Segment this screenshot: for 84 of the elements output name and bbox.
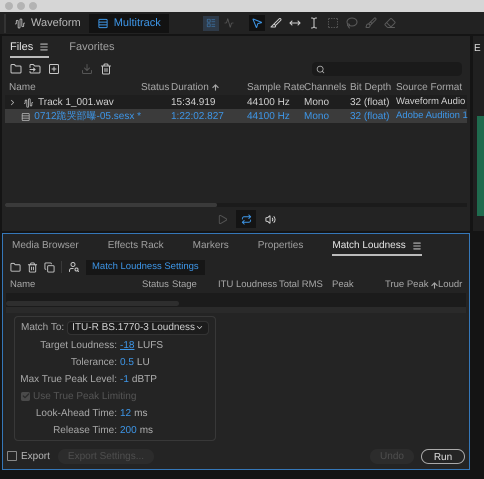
sample-rate-cell-text: 44100 Hz [247, 96, 291, 110]
field-label: Tolerance: [70, 356, 117, 370]
waveform-icon [14, 18, 26, 28]
column-header[interactable]: Status [141, 80, 170, 94]
panel-tab[interactable]: Markers [192, 237, 229, 256]
chevron-down-icon [195, 323, 204, 332]
trash-icon[interactable] [27, 262, 38, 272]
folder-icon[interactable] [10, 262, 21, 272]
column-header[interactable]: Source Format [396, 80, 462, 94]
column-header[interactable]: True Peak [385, 278, 440, 292]
pointer-icon[interactable] [248, 15, 265, 31]
sample-rate-cell-text: 44100 Hz [247, 110, 291, 124]
run-button[interactable]: Run [421, 448, 465, 464]
search-icon [316, 64, 325, 74]
field-label: Release Time: [52, 424, 117, 438]
field-label: Target Loudness: [39, 338, 117, 352]
match-to-label: Match To: [21, 321, 64, 335]
panel-tab[interactable]: Files [10, 38, 50, 58]
unit-label: ms [134, 406, 148, 420]
trash-icon[interactable] [100, 63, 112, 75]
value-field[interactable]: 0.5 [120, 354, 134, 370]
menu-icon[interactable] [412, 240, 422, 250]
match-to-dropdown[interactable]: ITU-R BS.1770-3 Loudness [67, 320, 210, 334]
column-header[interactable]: Total RMS [279, 278, 323, 292]
duration-cell-text: 15:34.919 [171, 96, 216, 110]
panel-tab[interactable]: Media Browser [12, 237, 79, 256]
value-field[interactable]: -1 [120, 372, 129, 386]
field-label: Look-Ahead Time: [34, 406, 117, 420]
file-row[interactable]: Track 1_001.wav 15:34.919 44100 Hz Mono 32 (float) Waveform Audio [5, 95, 467, 109]
workspace-tab[interactable]: Waveform [6, 14, 89, 32]
unit-label: LUFS [137, 338, 164, 352]
panel-tab[interactable]: Favorites [69, 38, 114, 58]
value-field[interactable]: -18 [120, 338, 134, 352]
source-format-cell-text: Adobe Audition 1 [396, 109, 468, 124]
sort-arrow-icon [430, 280, 440, 290]
copy-icon[interactable] [44, 262, 55, 272]
list-view-icon [204, 18, 217, 28]
multitrack-icon [96, 18, 109, 28]
column-header[interactable]: Channels [304, 80, 346, 94]
column-header[interactable]: Name [5, 80, 36, 94]
panel-tab[interactable]: E [473, 41, 484, 56]
waveform-icon [23, 98, 34, 108]
source-format-cell-text: Waveform Audio [396, 95, 466, 110]
bit-depth-cell-text: 32 (float) [350, 96, 390, 110]
workspace-tab[interactable]: Multitrack [88, 14, 169, 32]
sort-arrow-icon [210, 82, 220, 92]
column-header[interactable]: ITU Loudness [218, 278, 278, 292]
editor-view-button[interactable] [202, 16, 219, 30]
menu-icon[interactable] [39, 42, 50, 52]
checkbox[interactable] [7, 451, 17, 461]
bit-depth-cell-text: 32 (float) [350, 110, 390, 124]
search-field[interactable] [312, 62, 462, 76]
plus-square-icon[interactable] [48, 63, 60, 75]
field-label: Max True Peak Level: [19, 372, 117, 386]
panel-tab[interactable]: Properties [258, 237, 304, 256]
value-field[interactable]: 12 [120, 406, 132, 420]
unit-label: ms [140, 424, 154, 438]
column-header[interactable]: Loudr [438, 278, 462, 292]
value-field[interactable]: 200 [120, 422, 137, 438]
column-header[interactable]: Bit Depth [350, 80, 392, 94]
duration-cell-text: 1:22:02.827 [171, 110, 225, 124]
file-name: Track 1_001.wav [38, 96, 114, 110]
column-header[interactable]: Status [142, 278, 169, 292]
unit-label: dBTP [132, 372, 157, 386]
loop-icon[interactable] [236, 210, 256, 228]
session-icon [20, 112, 30, 122]
checkbox-label: Export [21, 450, 50, 464]
file-row[interactable]: 0712跪哭部曝-05.sesx * 1:22:02.827 44100 Hz Mono 32 (float) Adobe Audition 1 [5, 109, 467, 123]
column-header[interactable]: Stage [172, 278, 197, 292]
panel-tab[interactable]: Effects Rack [108, 237, 164, 256]
panel-tab[interactable]: Match Loudness [332, 237, 422, 256]
column-header[interactable]: Peak [332, 278, 354, 292]
column-header[interactable]: Duration [171, 80, 220, 94]
unit-label: LU [136, 356, 150, 370]
folder-icon[interactable] [10, 63, 22, 75]
match-loudness-settings-button[interactable]: Match Loudness Settings [86, 260, 205, 274]
file-name: 0712跪哭部曝-05.sesx * [34, 110, 141, 124]
channels-cell-text: Mono [304, 96, 330, 110]
import-icon[interactable] [29, 63, 41, 75]
channels-cell-text: Mono [304, 110, 330, 124]
pulse-icon [222, 18, 235, 28]
column-header[interactable]: Name [6, 278, 36, 292]
column-header[interactable]: Sample Rate [247, 80, 305, 94]
user-search-icon[interactable] [68, 261, 80, 273]
